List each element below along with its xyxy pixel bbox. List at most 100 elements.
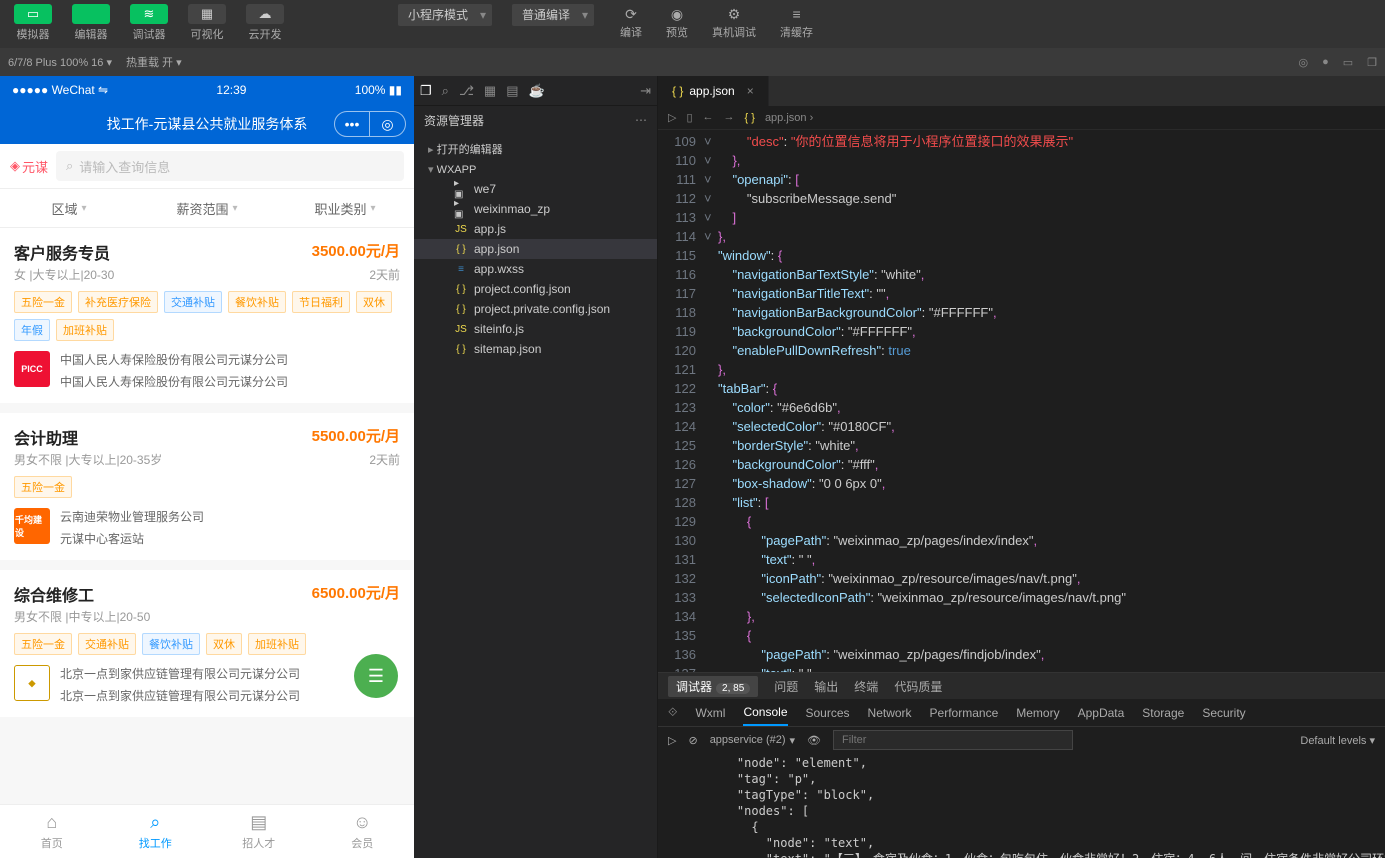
code-editor[interactable]: 1091101111121131141151161171181191201211… bbox=[658, 130, 1385, 672]
dbg-tab-debugger[interactable]: 调试器2, 85 bbox=[668, 676, 758, 697]
simulator-pane: ●●●●● WeChat ⇋ 12:39 100% ▮▮ 找工作-元谋县公共就业… bbox=[0, 76, 414, 858]
dbg-clear-icon[interactable]: ⊘ bbox=[688, 734, 697, 747]
dbg-context-select[interactable]: appservice (#2) ▾ bbox=[710, 734, 795, 747]
bc-nav-icon[interactable]: ▷ bbox=[668, 111, 676, 124]
dbg-filter-input[interactable] bbox=[833, 730, 1073, 750]
tree-file[interactable]: JSsiteinfo.js bbox=[414, 319, 657, 339]
tabbar-item[interactable]: ▤ 招人才 bbox=[207, 805, 311, 858]
job-card[interactable]: 综合维修工6500.00元/月 男女不限 |中专以上|20-50 五险一金交通补… bbox=[0, 570, 414, 717]
tabbar-item[interactable]: ☺ 会员 bbox=[311, 805, 415, 858]
explorer-ext-icon[interactable]: ▦ bbox=[484, 83, 496, 99]
tabbar-item[interactable]: ⌂ 首页 bbox=[0, 805, 104, 858]
tabbar-icon: ⌂ bbox=[46, 812, 57, 833]
tree-file[interactable]: { }app.json bbox=[414, 239, 657, 259]
job-tag: 餐饮补贴 bbox=[228, 291, 286, 313]
hotreload-select[interactable]: 热重载 开 ▾ bbox=[126, 54, 182, 70]
device-select[interactable]: 6/7/8 Plus 100% 16 ▾ bbox=[8, 56, 112, 69]
dbg-inspect-icon[interactable]: ⟐ bbox=[668, 705, 677, 720]
job-card[interactable]: 客户服务专员3500.00元/月 女 |大专以上|20-302天前 五险一金补充… bbox=[0, 228, 414, 403]
tree-file[interactable]: { }sitemap.json bbox=[414, 339, 657, 359]
job-time: 2天前 bbox=[369, 266, 400, 283]
tb-cloud[interactable]: ☁ 云开发 bbox=[238, 2, 292, 44]
capsule-close-icon[interactable]: ◎ bbox=[370, 111, 406, 137]
devtab-console[interactable]: Console bbox=[743, 705, 787, 726]
job-title: 综合维修工 bbox=[14, 582, 94, 606]
sim-icon-2[interactable]: ● bbox=[1322, 56, 1329, 69]
dbg-eye-icon[interactable]: 👁 bbox=[807, 734, 821, 747]
dbg-play-icon[interactable]: ▷ bbox=[668, 734, 676, 747]
sim-icon-4[interactable]: ❐ bbox=[1367, 56, 1377, 69]
chevron-down-icon: ▾ bbox=[370, 203, 375, 214]
chat-fab[interactable]: ☰ bbox=[354, 654, 398, 698]
tree-folder[interactable]: ▸ ▣weixinmao_zp bbox=[414, 199, 657, 219]
tree-file[interactable]: ≡app.wxss bbox=[414, 259, 657, 279]
explorer-misc-icon[interactable]: ☕ bbox=[529, 83, 545, 99]
action-preview[interactable]: ◉ 预览 bbox=[656, 2, 698, 42]
filter-item[interactable]: 区域▾ bbox=[0, 189, 138, 227]
tabbar-icon: ☺ bbox=[353, 812, 371, 833]
devtab-storage[interactable]: Storage bbox=[1142, 706, 1184, 720]
devtab-sources[interactable]: Sources bbox=[806, 706, 850, 720]
explorer-files-icon[interactable]: ❐ bbox=[420, 83, 432, 99]
tb-simulator[interactable]: ▭ 模拟器 bbox=[6, 2, 60, 44]
tb-visualize[interactable]: ▦ 可视化 bbox=[180, 2, 234, 44]
filter-bar: 区域▾薪资范围▾职业类别▾ bbox=[0, 188, 414, 228]
dbg-tab[interactable]: 输出 bbox=[814, 680, 838, 694]
tb-editor[interactable]: 编辑器 bbox=[64, 2, 118, 44]
editor-tab-bar: { } app.json × bbox=[658, 76, 1385, 106]
job-tag: 五险一金 bbox=[14, 633, 72, 655]
simulator-subtoolbar: 6/7/8 Plus 100% 16 ▾ 热重载 开 ▾ ◎ ● ▭ ❐ bbox=[0, 48, 1385, 76]
explorer-db-icon[interactable]: ▤ bbox=[506, 83, 518, 99]
filter-item[interactable]: 薪资范围▾ bbox=[138, 189, 276, 227]
console-output[interactable]: "node": "element", "tag": "p", "tagType"… bbox=[658, 753, 1385, 858]
editor-tab-appjson[interactable]: { } app.json × bbox=[658, 76, 769, 106]
dbg-tab[interactable]: 代码质量 bbox=[894, 680, 942, 694]
capsule-more-icon[interactable]: ••• bbox=[334, 111, 370, 137]
dbg-levels-select[interactable]: Default levels ▾ bbox=[1300, 734, 1375, 747]
devtab-appdata[interactable]: AppData bbox=[1078, 706, 1125, 720]
search-input[interactable]: ⌕ 请输入查询信息 bbox=[56, 151, 404, 181]
job-meta: 男女不限 |大专以上|20-35岁 bbox=[14, 451, 162, 468]
opened-editors-section[interactable]: 打开的编辑器 bbox=[414, 138, 657, 160]
tree-file[interactable]: JSapp.js bbox=[414, 219, 657, 239]
explorer-more-icon[interactable]: ⋯ bbox=[635, 113, 647, 127]
bc-fwd-icon[interactable]: → bbox=[724, 111, 735, 124]
dbg-tab[interactable]: 终端 bbox=[854, 680, 878, 694]
close-tab-icon[interactable]: × bbox=[747, 84, 754, 98]
bc-back-icon[interactable]: ← bbox=[703, 111, 714, 124]
job-card[interactable]: 会计助理5500.00元/月 男女不限 |大专以上|20-35岁2天前 五险一金… bbox=[0, 413, 414, 560]
explorer-search-icon[interactable]: ⌕ bbox=[442, 83, 449, 99]
devtab-security[interactable]: Security bbox=[1202, 706, 1245, 720]
explorer-expand-icon[interactable]: ⇥ bbox=[640, 83, 651, 99]
devtab-network[interactable]: Network bbox=[868, 706, 912, 720]
filter-item[interactable]: 职业类别▾ bbox=[276, 189, 414, 227]
compile-select[interactable]: 普通编译 bbox=[512, 4, 594, 26]
action-remote[interactable]: ⚙ 真机调试 bbox=[702, 2, 766, 42]
tree-folder[interactable]: ▸ ▣we7 bbox=[414, 179, 657, 199]
tb-debugger[interactable]: ≋ 调试器 bbox=[122, 2, 176, 44]
search-icon: ⌕ bbox=[66, 158, 73, 174]
tree-file[interactable]: { }project.config.json bbox=[414, 279, 657, 299]
job-salary: 5500.00元/月 bbox=[312, 425, 400, 449]
devtab-memory[interactable]: Memory bbox=[1016, 706, 1059, 720]
tabbar-icon: ⌕ bbox=[150, 812, 160, 833]
bc-bookmark-icon[interactable]: ▯ bbox=[686, 111, 692, 124]
action-cache[interactable]: ≡ 清缓存 bbox=[770, 2, 823, 42]
job-meta: 女 |大专以上|20-30 bbox=[14, 266, 114, 283]
tabbar-item[interactable]: ⌕ 找工作 bbox=[104, 805, 208, 858]
top-toolbar: ▭ 模拟器 编辑器 ≋ 调试器 ▦ 可视化 ☁ 云开发 小程序模式 普通编译 ⟳… bbox=[0, 0, 1385, 48]
job-list[interactable]: 客户服务专员3500.00元/月 女 |大专以上|20-302天前 五险一金补充… bbox=[0, 228, 414, 804]
nav-title: 找工作-元谋县公共就业服务体系 bbox=[107, 114, 308, 134]
location-picker[interactable]: ◈ 元谋 bbox=[10, 157, 48, 176]
mode-select[interactable]: 小程序模式 bbox=[398, 4, 492, 26]
sim-icon-1[interactable]: ◎ bbox=[1298, 56, 1308, 69]
sim-icon-3[interactable]: ▭ bbox=[1343, 56, 1353, 69]
action-compile[interactable]: ⟳ 编译 bbox=[610, 2, 652, 42]
explorer-git-icon[interactable]: ⎇ bbox=[459, 83, 474, 99]
tree-file[interactable]: { }project.private.config.json bbox=[414, 299, 657, 319]
devtab-performance[interactable]: Performance bbox=[930, 706, 999, 720]
devtab-wxml[interactable]: Wxml bbox=[695, 706, 725, 720]
dbg-tab[interactable]: 问题 bbox=[774, 680, 798, 694]
job-time: 2天前 bbox=[369, 451, 400, 468]
project-section[interactable]: WXAPP bbox=[414, 160, 657, 179]
